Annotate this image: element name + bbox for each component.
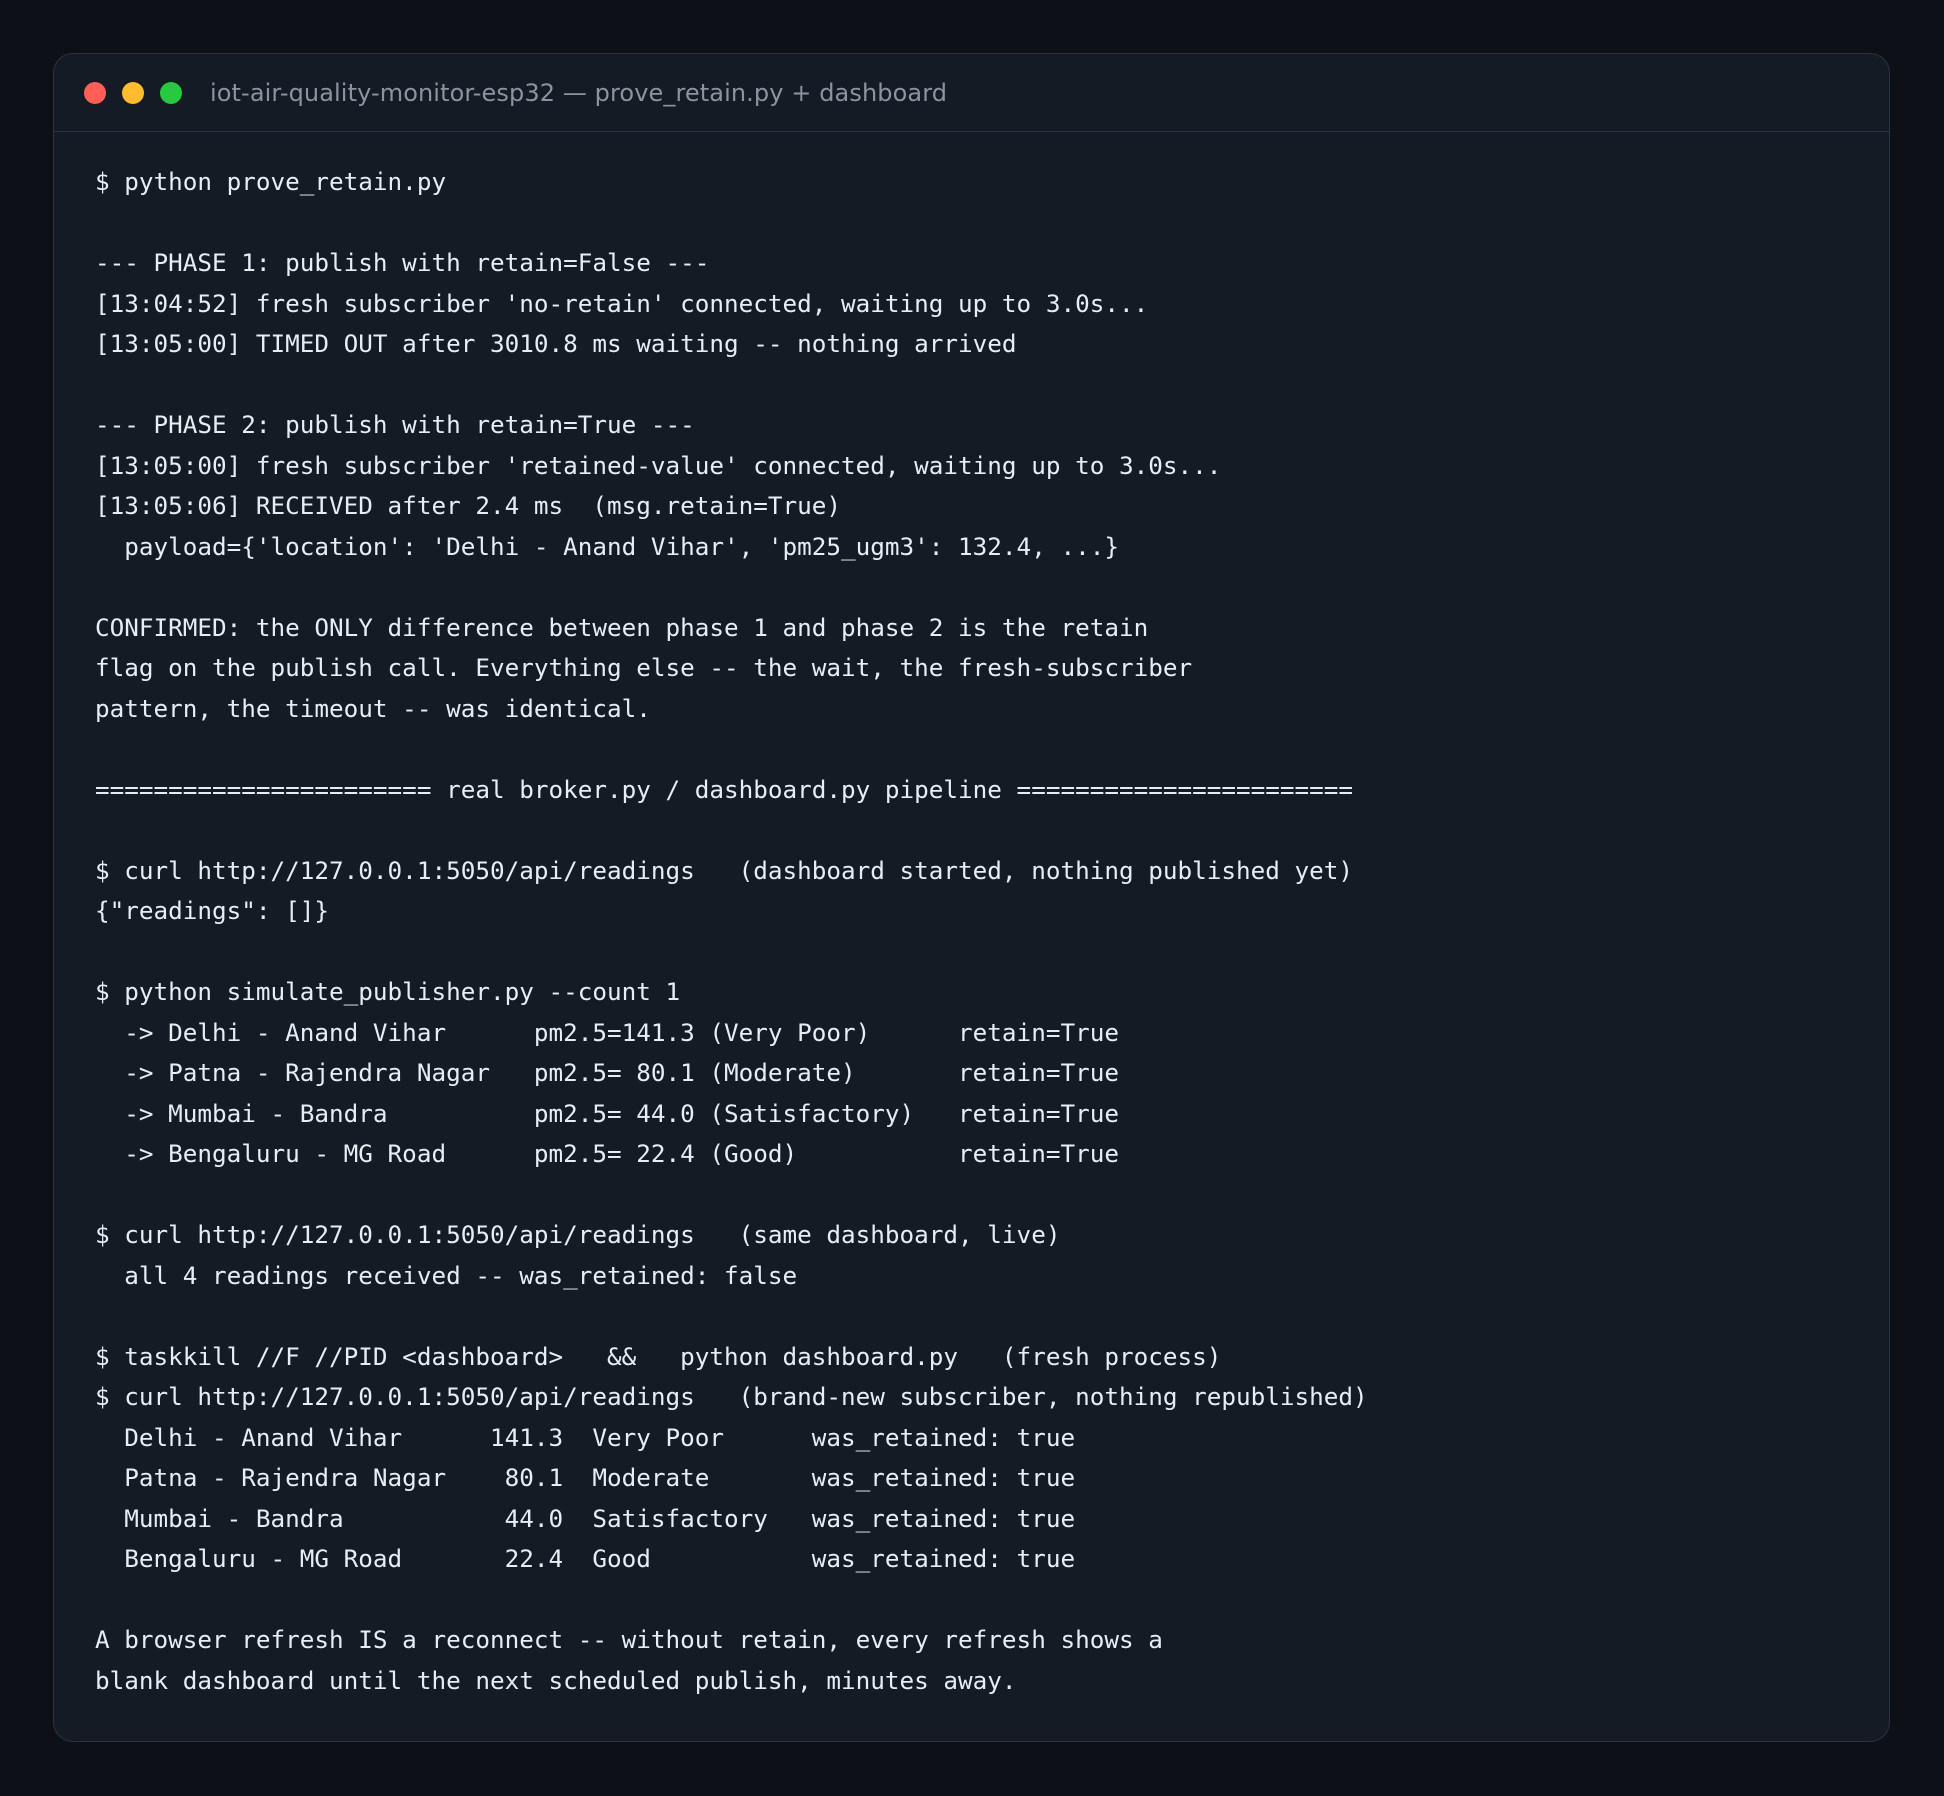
terminal-line: [13:04:52] fresh subscriber 'no-retain' …	[95, 288, 1149, 318]
terminal-line: $ curl http://127.0.0.1:5050/api/reading…	[95, 855, 1354, 885]
terminal-line: --- PHASE 2: publish with retain=True --…	[95, 410, 695, 439]
terminal-line: -> Bengaluru - MG Road pm2.5= 22.4 (Good…	[95, 1139, 1119, 1168]
terminal-line: CONFIRMED: the ONLY difference between p…	[95, 612, 1149, 642]
terminal-line: -> Mumbai - Bandra pm2.5= 44.0 (Satisfac…	[95, 1098, 1119, 1128]
terminal-line: $ curl http://127.0.0.1:5050/api/reading…	[95, 1382, 1368, 1411]
terminal-line: -> Patna - Rajendra Nagar pm2.5= 80.1 (M…	[95, 1058, 1119, 1087]
terminal-line: Patna - Rajendra Nagar 80.1 Moderate was…	[95, 1463, 1076, 1492]
terminal-line: --- PHASE 1: publish with retain=False -…	[95, 248, 710, 277]
terminal-line: blank dashboard until the next scheduled…	[95, 1665, 1017, 1695]
terminal-line: {"readings": []}	[95, 896, 330, 925]
terminal-line: [13:05:00] TIMED OUT after 3010.8 ms wai…	[95, 329, 1017, 358]
terminal-line: Bengaluru - MG Road 22.4 Good was_retain…	[95, 1544, 1076, 1573]
terminal-line: flag on the publish call. Everything els…	[95, 653, 1193, 682]
terminal-line: Mumbai - Bandra 44.0 Satisfactory was_re…	[95, 1503, 1076, 1533]
terminal-line: ======================= real broker.py /…	[95, 774, 1354, 804]
terminal-line: all 4 readings received -- was_retained:…	[95, 1260, 798, 1290]
terminal-output[interactable]: $ python prove_retain.py --- PHASE 1: pub…	[54, 132, 1889, 1701]
terminal-line: $ python simulate_publisher.py --count 1	[95, 977, 681, 1006]
terminal-line: payload={'location': 'Delhi - Anand Viha…	[95, 531, 1119, 561]
terminal-line: [13:05:00] fresh subscriber 'retained-va…	[95, 450, 1222, 480]
terminal-line: -> Delhi - Anand Vihar pm2.5=141.3 (Very…	[95, 1017, 1119, 1047]
close-window-button[interactable]	[84, 81, 106, 104]
terminal-line: Delhi - Anand Vihar 141.3 Very Poor was_…	[95, 1422, 1076, 1452]
terminal-window: iot-air-quality-monitor-esp32 — prove_re…	[53, 53, 1890, 1742]
title-bar: iot-air-quality-monitor-esp32 — prove_re…	[54, 54, 1889, 132]
window-title: iot-air-quality-monitor-esp32 — prove_re…	[210, 78, 948, 107]
terminal-line: A browser refresh IS a reconnect -- with…	[95, 1625, 1163, 1654]
terminal-line: [13:05:06] RECEIVED after 2.4 ms (msg.re…	[95, 491, 842, 520]
terminal-line: $ curl http://127.0.0.1:5050/api/reading…	[95, 1220, 1061, 1249]
terminal-line: pattern, the timeout -- was identical.	[95, 693, 651, 723]
terminal-line: $ taskkill //F //PID <dashboard> && pyth…	[95, 1341, 1222, 1371]
minimize-window-button[interactable]	[122, 81, 144, 104]
maximize-window-button[interactable]	[160, 81, 182, 104]
terminal-line: $ python prove_retain.py	[95, 167, 447, 196]
